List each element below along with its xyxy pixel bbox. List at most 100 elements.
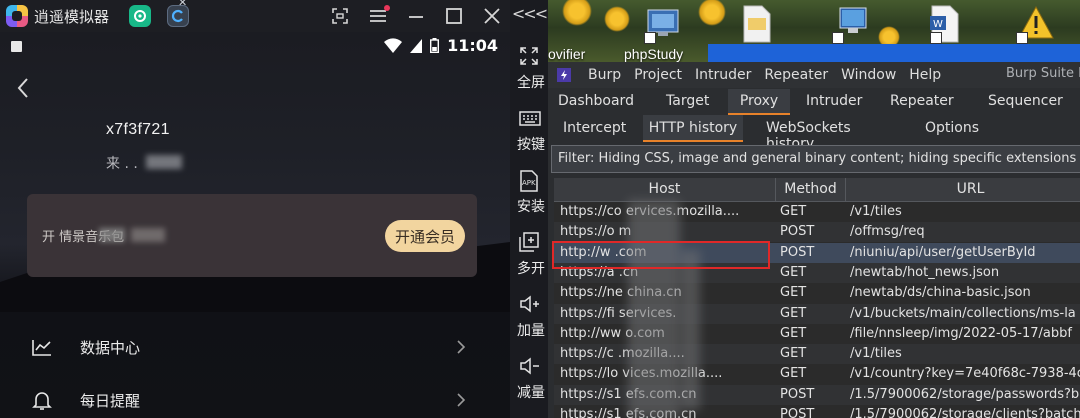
desktop-icon-label: phpStudy: [624, 46, 684, 62]
status-bar: 11:04: [0, 32, 510, 60]
profile-username: x7f3f721: [106, 121, 170, 138]
tab-target[interactable]: Target: [666, 89, 714, 115]
sidebar-label: 减量: [517, 385, 545, 401]
cell-method: GET: [780, 346, 807, 362]
maximize-icon[interactable]: [442, 4, 466, 28]
chevron-right-icon: [457, 393, 466, 407]
wallpaper-sky: [708, 44, 1080, 62]
desktop-background: W ovifier phpStudy: [548, 0, 1080, 62]
activate-vip-button[interactable]: 开通会员: [385, 220, 465, 252]
cell-url: /v1/tiles: [850, 346, 902, 362]
notification-icon: [11, 41, 22, 52]
sidebar-label: 安装: [517, 199, 545, 215]
multi-instance-icon: [519, 232, 539, 252]
emulator-titlebar: 逍遥模拟器 ✕: [0, 0, 510, 32]
menu-window[interactable]: Window: [841, 67, 896, 83]
sidebar-volume-down-button[interactable]: 减量: [510, 352, 548, 412]
sidebar-volume-up-button[interactable]: 加量: [510, 290, 548, 350]
tab-repeater[interactable]: Repeater: [890, 89, 956, 115]
column-header-method[interactable]: Method: [776, 178, 846, 202]
cell-url: /offmsg/req: [850, 224, 925, 240]
cell-method: GET: [780, 285, 807, 301]
proxy-subtabs: Intercept HTTP history WebSockets histor…: [548, 115, 1080, 152]
main-tabs: Dashboard Target Proxy Intruder Repeater…: [548, 89, 1080, 115]
tab-http-history[interactable]: HTTP history: [643, 115, 743, 142]
sidebar-label: 全屏: [517, 75, 545, 91]
tab-sequencer[interactable]: Sequencer: [988, 89, 1080, 115]
annotation-highlight-box: [552, 241, 770, 269]
cell-url: /newtab/ds/china-basic.json: [850, 285, 1031, 301]
emulator-window: 逍遥模拟器 ✕ 11:04 x7f3f721 来 . . 开 情景音乐包 开通会…: [0, 0, 548, 418]
sidebar-multi-instance-button[interactable]: 多开: [510, 228, 548, 288]
tab-options[interactable]: Options: [925, 115, 985, 142]
tab-proxy[interactable]: Proxy: [728, 89, 790, 115]
emulator-title: 逍遥模拟器: [34, 7, 110, 26]
file-icon: [743, 5, 771, 43]
tab-websockets-history[interactable]: WebSockets history: [766, 115, 898, 152]
app-tab-icon[interactable]: [129, 5, 152, 27]
cell-method: POST: [780, 386, 815, 402]
column-header-url[interactable]: URL: [846, 178, 1080, 202]
desktop-shortcut-word[interactable]: W: [924, 4, 964, 44]
cell-method: POST: [780, 224, 815, 240]
sidebar-keymap-button[interactable]: 按键: [510, 104, 548, 164]
menu-repeater[interactable]: Repeater: [764, 67, 828, 83]
phone-screen: 11:04 x7f3f721 来 . . 开 情景音乐包 开通会员 数据中心 每…: [0, 32, 510, 418]
cell-method: GET: [780, 204, 807, 219]
desktop-shortcut-folder[interactable]: [736, 4, 776, 44]
desktop-shortcut-app[interactable]: [644, 4, 684, 44]
sidebar-label: 按键: [517, 137, 545, 153]
desktop-shortcut-computer[interactable]: [832, 4, 872, 44]
menu-help[interactable]: Help: [909, 67, 941, 83]
sidebar-label: 多开: [517, 261, 545, 277]
menu-icon[interactable]: [366, 4, 390, 28]
sidebar-install-apk-button[interactable]: APK 安装: [510, 166, 548, 226]
vip-card: 开 情景音乐包 开通会员: [27, 194, 477, 277]
menu-project[interactable]: Project: [634, 67, 682, 83]
tab-close-icon[interactable]: ✕: [178, 0, 187, 9]
fullscreen-icon: [520, 47, 538, 65]
menu-intruder[interactable]: Intruder: [695, 67, 751, 83]
tab-intruder[interactable]: Intruder: [806, 89, 868, 115]
bell-icon: [32, 392, 52, 410]
burp-menubar: Burp Project Intruder Repeater Window He…: [548, 62, 1080, 88]
redacted-area: [99, 228, 125, 242]
status-time: 11:04: [447, 36, 498, 55]
cell-url: /1.5/7900062/storage/passwords?b: [850, 386, 1080, 402]
column-header-host[interactable]: Host: [554, 178, 776, 202]
minimize-icon[interactable]: [404, 4, 428, 28]
menu-item-daily-reminder[interactable]: 每日提醒: [0, 380, 510, 418]
screenshot-icon[interactable]: [328, 4, 352, 28]
filter-bar[interactable]: Filter: Hiding CSS, image and general bi…: [551, 145, 1080, 173]
chevron-right-icon: [457, 340, 466, 354]
keyboard-icon: [519, 111, 541, 126]
tab-dashboard[interactable]: Dashboard: [558, 89, 640, 115]
wifi-icon: [384, 37, 403, 53]
wallpaper-flower: [604, 6, 630, 32]
cell-method: GET: [780, 325, 807, 341]
cell-url: /newtab/hot_news.json: [850, 264, 1000, 280]
desktop-shortcut-warning[interactable]: [1016, 4, 1056, 44]
back-icon[interactable]: [14, 76, 34, 100]
table-header: Host Method URL: [554, 178, 1080, 202]
cell-url: /file/nnsleep/img/2022-05-17/abbf: [850, 325, 1072, 341]
tab-intercept[interactable]: Intercept: [563, 115, 629, 142]
cell-url: /v1/tiles: [850, 204, 902, 219]
shortcut-arrow-icon: [930, 32, 942, 44]
sidebar-fullscreen-button[interactable]: 全屏: [510, 42, 548, 102]
menu-burp[interactable]: Burp: [588, 67, 621, 83]
collapse-sidebar-button[interactable]: <<<: [510, 4, 548, 23]
volume-up-icon: [520, 295, 539, 313]
burp-logo-icon: [557, 68, 571, 82]
menu-item-label: 每日提醒: [80, 391, 141, 410]
signal-icon: [410, 38, 423, 53]
cell-url: /v1/country?key=7e40f68c-7938-4c: [850, 366, 1080, 382]
wallpaper-flower: [562, 0, 592, 26]
menu-item-label: 数据中心: [80, 338, 141, 357]
shortcut-arrow-icon: [1016, 32, 1028, 44]
close-icon[interactable]: [480, 4, 504, 28]
menu-item-data-center[interactable]: 数据中心: [0, 327, 510, 367]
volume-down-icon: [520, 357, 539, 375]
profile-subtitle: 来 . .: [106, 156, 138, 172]
redacted-area: [628, 200, 680, 418]
